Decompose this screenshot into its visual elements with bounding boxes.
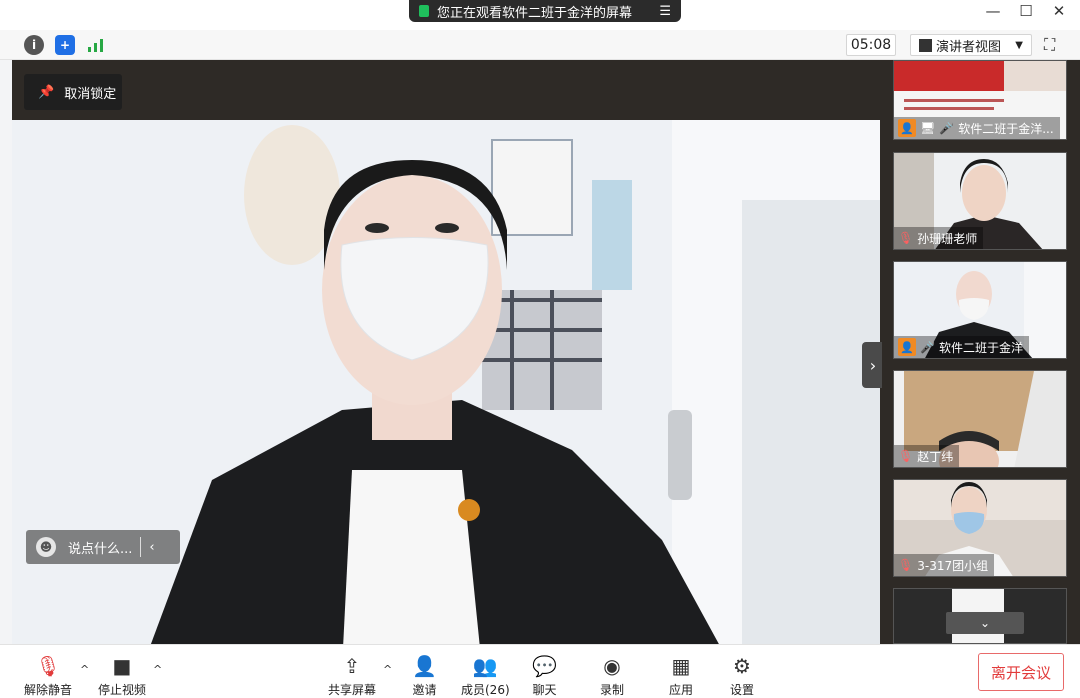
view-mode-label: 演讲者视图 [936,39,1002,55]
record-label: 录制 [600,683,625,697]
participant-name: 孙珊珊老师 [917,231,978,246]
share-options-chevron-icon[interactable]: ^ [383,663,392,676]
participant-label: 🎙 赵丁纬 [894,445,960,467]
meeting-status-bar: i + 05:08 演讲者视图 ▼ ⛶ [0,30,1080,60]
share-banner-text: 您正在观看软件二班于金洋的屏幕 [437,5,633,21]
speaker-video-frame [12,120,880,644]
chevron-down-icon: ▼ [1015,39,1023,51]
share-screen-button[interactable]: ⇪ 共享屏幕 [328,653,376,698]
microphone-muted-icon: 🎙 [898,558,914,572]
share-screen-label: 共享屏幕 [328,683,377,697]
shield-icon[interactable]: + [55,35,75,55]
chat-button[interactable]: 💬 聊天 [532,653,557,698]
camera-icon: ■ [112,654,132,678]
speaker-video [12,120,880,644]
menu-icon[interactable]: ☰ [659,4,671,19]
share-indicator-icon [419,5,429,17]
invite-label: 邀请 [412,683,437,697]
participant-tile[interactable]: 🎙 孙珊珊老师 [893,152,1067,250]
settings-label: 设置 [730,683,755,697]
emoji-icon[interactable]: ☻ [36,537,56,557]
microphone-icon: 🎤 [939,121,955,135]
members-icon: 👥 [472,654,498,678]
chat-collapse-icon[interactable]: ‹ [149,540,154,555]
audio-options-chevron-icon[interactable]: ^ [80,663,89,676]
layout-icon [919,38,932,52]
chat-icon: 💬 [532,654,557,678]
leave-meeting-button[interactable]: 离开会议 [978,653,1064,691]
view-mode-dropdown[interactable]: 演讲者视图 ▼ [910,34,1032,56]
participant-label: 🎙 孙珊珊老师 [894,227,984,249]
participant-tile[interactable]: 👤 🖥 🎤 软件二班于金洋... [893,60,1067,140]
meeting-timer: 05:08 [846,34,896,56]
participant-label: 👤 🖥 🎤 软件二班于金洋... [894,117,1060,139]
minimize-icon[interactable]: — [982,2,1004,20]
participant-tile[interactable]: 👤 🎤 软件二班于金洋 [893,261,1067,359]
participant-name: 软件二班于金洋 [938,340,1023,355]
apps-label: 应用 [669,683,694,697]
add-user-icon: 👤 [412,654,437,678]
fullscreen-icon[interactable]: ⛶ [1044,35,1055,55]
unpin-label: 取消锁定 [64,86,117,102]
scroll-down-button[interactable]: ⌄ [946,612,1024,634]
meeting-toolbar: 🎙 解除静音 ^ ■ 停止视频 ^ ⇪ 共享屏幕 ^ 👤 邀请 👥 成员(26)… [0,644,1080,698]
participant-name: 赵丁纬 [917,449,954,464]
microphone-icon: 🎤 [920,340,935,354]
participant-label: 👤 🎤 软件二班于金洋 [894,336,1029,358]
unmute-label: 解除静音 [24,683,73,697]
host-icon: 👤 [898,338,916,356]
host-icon: 👤 [898,119,916,137]
chevron-down-icon: ⌄ [979,616,991,630]
chevron-right-icon: › [869,355,877,375]
chat-placeholder[interactable]: 说点什么... [68,538,132,557]
sidebar-collapse-button[interactable]: › [862,342,884,388]
record-icon: ◉ [603,654,621,678]
share-screen-icon: ⇪ [343,654,361,678]
stop-video-button[interactable]: ■ 停止视频 [98,653,146,698]
divider [140,537,142,557]
settings-button[interactable]: ⚙ 设置 [730,653,754,698]
chat-label: 聊天 [532,683,557,697]
chat-input-bar[interactable]: ☻ 说点什么... ‹ [26,530,180,564]
pin-icon: 📌 [38,84,55,100]
gear-icon: ⚙ [733,654,751,678]
microphone-muted-icon: 🎙 [898,449,914,463]
invite-button[interactable]: 👤 邀请 [412,653,437,698]
members-label: 成员(26) [461,683,510,697]
screen-share-icon: 🖥 [920,121,936,135]
main-video-stage: 📌 取消锁定 ☻ 说点什么... ‹ [12,60,882,644]
record-button[interactable]: ◉ 录制 [600,653,624,698]
participant-tile[interactable]: 🎙 赵丁纬 [893,370,1067,468]
microphone-muted-icon: 🎙 [35,654,61,678]
participant-label: 🎙 3-317团小组 [894,554,995,576]
unmute-button[interactable]: 🎙 解除静音 [24,653,72,698]
participant-name: 3-317团小组 [917,558,989,573]
participant-sidebar: 👤 🖥 🎤 软件二班于金洋... 🎙 孙珊珊老师 👤 🎤 软件二班于金洋 🎙 赵… [882,60,1080,644]
participant-name: 软件二班于金洋... [958,121,1054,136]
unpin-button[interactable]: 📌 取消锁定 [24,74,122,110]
stop-video-label: 停止视频 [98,683,147,697]
close-icon[interactable]: ✕ [1048,2,1070,20]
title-bar: 您正在观看软件二班于金洋的屏幕 ☰ — ☐ ✕ [0,0,1080,30]
maximize-icon[interactable]: ☐ [1015,2,1037,20]
signal-icon[interactable] [86,35,106,55]
screen-share-banner[interactable]: 您正在观看软件二班于金洋的屏幕 ☰ [409,0,681,22]
microphone-muted-icon: 🎙 [898,231,914,245]
members-button[interactable]: 👥 成员(26) [461,653,510,698]
info-icon[interactable]: i [24,35,44,55]
apps-icon: ▦ [671,654,691,678]
participant-tile[interactable]: 🎙 3-317团小组 [893,479,1067,577]
video-options-chevron-icon[interactable]: ^ [153,663,162,676]
apps-button[interactable]: ▦ 应用 [669,653,693,698]
